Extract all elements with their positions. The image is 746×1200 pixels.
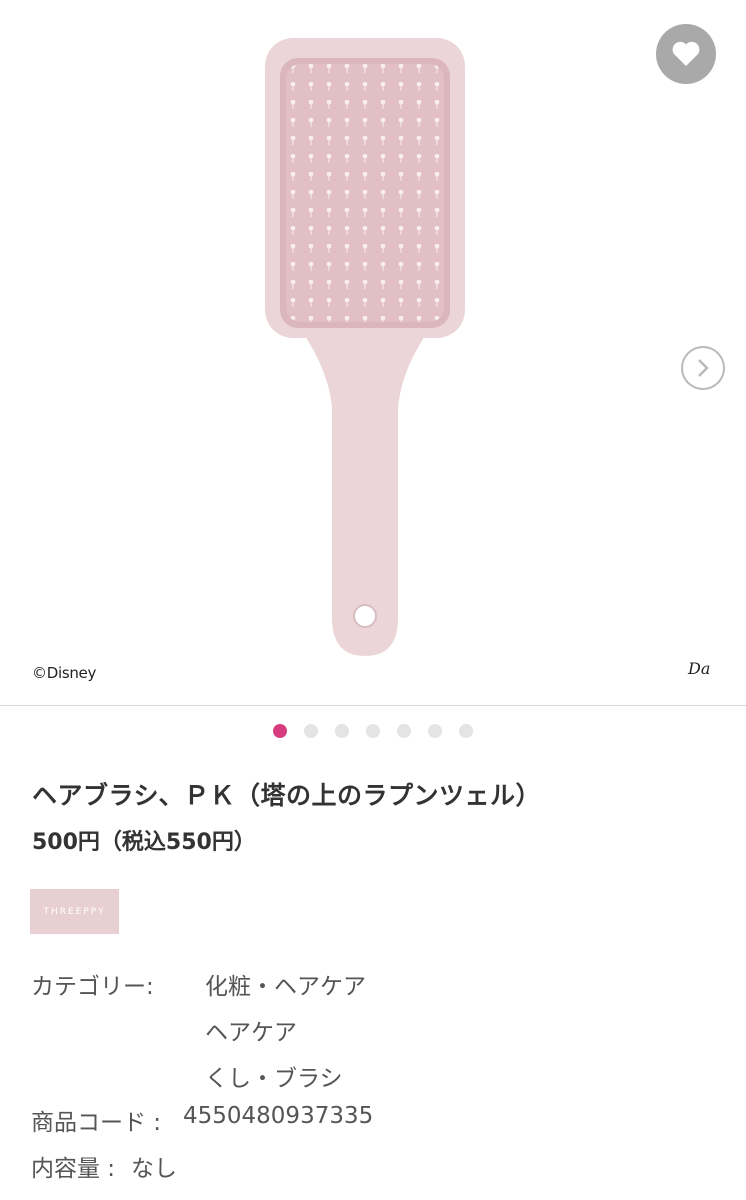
category-link-1[interactable]: 化粧・ヘアケア <box>205 967 366 1001</box>
heart-icon <box>672 41 700 66</box>
carousel-dot-1[interactable] <box>273 724 287 738</box>
volume-value: なし <box>131 1156 177 1182</box>
product-code-value: 4550480937335 <box>183 1103 374 1129</box>
category-link-2[interactable]: ヘアケア <box>205 1013 297 1047</box>
product-price: 500円（税込550円） <box>32 830 256 855</box>
brand-badge[interactable]: THREEPPY <box>30 889 119 934</box>
carousel-dot-7[interactable] <box>459 724 473 738</box>
carousel-dot-3[interactable] <box>335 724 349 738</box>
copyright-text: ©Disney <box>32 664 97 682</box>
category-link-3[interactable]: くし・ブラシ <box>205 1059 343 1093</box>
next-image-button[interactable] <box>681 346 725 390</box>
divider <box>0 705 746 706</box>
favorite-button[interactable] <box>656 24 716 84</box>
carousel-dot-5[interactable] <box>397 724 411 738</box>
brand-mark: Da <box>688 659 711 678</box>
carousel-dot-6[interactable] <box>428 724 442 738</box>
carousel-dots <box>0 724 746 738</box>
carousel-dot-4[interactable] <box>366 724 380 738</box>
product-image-gallery[interactable]: ©Disney Da <box>0 0 746 703</box>
product-image <box>265 38 465 656</box>
category-label: カテゴリー: <box>31 974 154 1000</box>
carousel-dot-2[interactable] <box>304 724 318 738</box>
volume-label: 内容量 : <box>31 1156 116 1182</box>
chevron-right-icon <box>698 359 709 377</box>
product-code-label: 商品コード : <box>31 1110 162 1136</box>
product-title: ヘアブラシ、ＰＫ（塔の上のラプンツェル） <box>32 781 542 810</box>
